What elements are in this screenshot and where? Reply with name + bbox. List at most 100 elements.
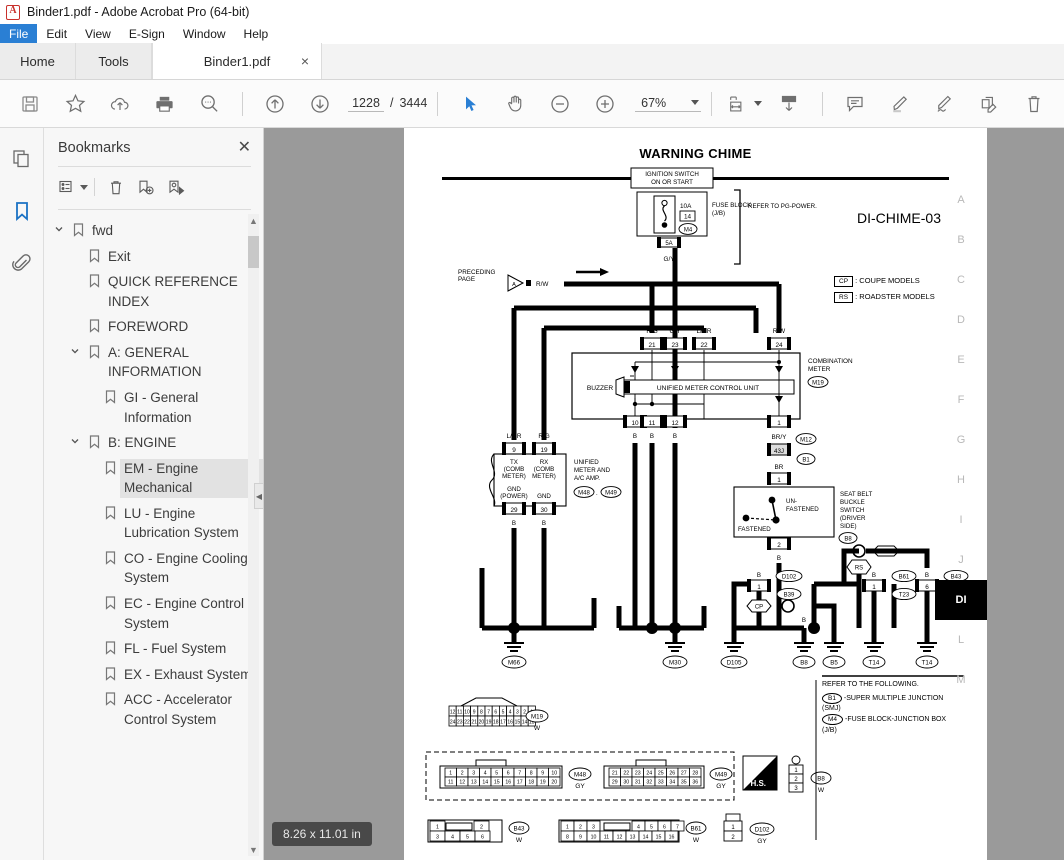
hs-marker: H.S. <box>742 755 778 791</box>
svg-text:GND: GND <box>537 493 551 500</box>
cloud-upload-icon[interactable] <box>97 84 142 124</box>
fuse-block-ref: M4 <box>684 227 693 233</box>
chevron-down-icon[interactable] <box>66 433 84 446</box>
section-tab-a: A <box>957 194 965 206</box>
svg-text:B: B <box>673 617 677 624</box>
seatbelt-ref-b8: B8 <box>844 537 852 543</box>
connector-view-b61: 1 2 3 4 5 6 78 9 10 11 12 13 14 15 16 B61 W <box>558 819 707 844</box>
svg-text:1: 1 <box>872 584 876 591</box>
close-icon[interactable]: × <box>301 54 309 68</box>
bookmark-item[interactable]: EM - Engine Mechanical <box>44 456 263 501</box>
bookmarks-scrollbar[interactable]: ▲ ▼ <box>248 214 259 856</box>
connector-pin-label: 14 <box>482 780 488 786</box>
menu-window[interactable]: Window <box>174 24 235 44</box>
fit-page-width-icon[interactable] <box>722 84 767 124</box>
acrobat-window: Binder1.pdf - Adobe Acrobat Pro (64-bit)… <box>0 0 1064 860</box>
find-bookmark-icon[interactable] <box>161 175 191 199</box>
scroll-down-icon[interactable]: ▼ <box>248 843 259 856</box>
bookmarks-icon[interactable] <box>7 196 37 226</box>
menu-e-sign[interactable]: E-Sign <box>120 24 174 44</box>
zoom-level-selector[interactable]: 67% <box>635 96 702 112</box>
bookmark-item[interactable]: CO - Engine Cooling System <box>44 546 263 591</box>
star-icon[interactable] <box>53 84 98 124</box>
svg-text:W: W <box>534 725 541 732</box>
bookmark-options-icon[interactable] <box>58 175 88 199</box>
connector-pin-label: 21 <box>471 720 477 726</box>
tab-home[interactable]: Home <box>0 43 76 79</box>
connector-pin-label: 15 <box>515 720 521 726</box>
section-tab-e: E <box>957 354 965 366</box>
bookmark-item[interactable]: fwd <box>44 218 263 244</box>
scroll-up-icon[interactable]: ▲ <box>248 214 259 227</box>
connector-pin-label: 22 <box>623 771 629 777</box>
document-view[interactable]: WARNING CHIME DI-CHIME-03 CP : COUPE MOD… <box>264 128 1064 860</box>
highlight-icon[interactable] <box>877 84 922 124</box>
connector-pin-label: 18 <box>493 720 499 726</box>
bookmark-item[interactable]: EC - Engine Control System <box>44 591 263 636</box>
menu-help[interactable]: Help <box>235 24 278 44</box>
save-icon[interactable] <box>8 84 53 124</box>
chevron-down-icon[interactable] <box>753 101 762 106</box>
bookmarks-title: Bookmarks <box>58 140 131 156</box>
stamp-edit-icon[interactable] <box>967 84 1012 124</box>
svg-text:D105: D105 <box>727 660 742 667</box>
bookmark-item[interactable]: ACC - Accelerator Control System <box>44 687 263 732</box>
svg-text:M48: M48 <box>578 491 590 497</box>
connector-pin-label: 15 <box>656 835 662 841</box>
bookmarks-panel: Bookmarks ✕ fwd Exit QUICK REFERENCE IND… <box>44 128 264 860</box>
scrollbar-thumb[interactable] <box>248 236 259 268</box>
connector-view-b43: 1 2 3 4 5 6 B43 W <box>427 819 530 844</box>
bookmark-icon <box>100 639 120 655</box>
zoom-in-icon[interactable] <box>582 84 627 124</box>
tab-document[interactable]: Binder1.pdf × <box>152 43 322 79</box>
svg-text:SIDE): SIDE) <box>840 523 857 530</box>
attachments-icon[interactable] <box>7 248 37 278</box>
tab-tools[interactable]: Tools <box>76 43 152 79</box>
section-tab-j: J <box>958 554 964 566</box>
bookmark-item[interactable]: Exit <box>44 244 263 270</box>
svg-text:D102: D102 <box>782 575 797 581</box>
page-number-input[interactable]: 1228 <box>348 96 384 112</box>
rs-badge: RS <box>855 566 863 572</box>
new-bookmark-icon[interactable] <box>131 175 161 199</box>
page-thumbnails-icon[interactable] <box>7 144 37 174</box>
svg-text:B: B <box>925 572 929 579</box>
next-page-icon[interactable] <box>297 84 342 124</box>
bookmark-item[interactable]: B: ENGINE <box>44 430 263 456</box>
comment-icon[interactable] <box>833 84 878 124</box>
hand-tool-icon[interactable] <box>493 84 538 124</box>
bookmarks-list[interactable]: fwd Exit QUICK REFERENCE INDEX FOREWORD A: G… <box>44 210 263 860</box>
bookmark-item[interactable]: A: GENERAL INFORMATION <box>44 340 263 385</box>
delete-bookmark-icon[interactable] <box>101 175 131 199</box>
close-icon[interactable]: ✕ <box>238 140 251 156</box>
delete-icon[interactable] <box>1011 84 1056 124</box>
scroll-mode-icon[interactable] <box>767 84 812 124</box>
chevron-down-icon[interactable] <box>79 184 88 190</box>
bookmark-item[interactable]: FOREWORD <box>44 314 263 340</box>
bookmark-item[interactable]: FL - Fuel System <box>44 636 263 662</box>
menu-edit[interactable]: Edit <box>37 24 76 44</box>
zoom-out-icon[interactable] <box>538 84 583 124</box>
toolbar-separator <box>241 91 243 116</box>
previous-page-icon[interactable] <box>253 84 298 124</box>
search-icon[interactable] <box>187 84 232 124</box>
panel-resize-handle[interactable]: ◀ <box>254 483 264 509</box>
bookmark-item[interactable]: GI - General Information <box>44 385 263 430</box>
preceding-page-line2: PAGE <box>458 276 475 283</box>
svg-text:M49: M49 <box>605 491 617 497</box>
toolbar-separator-4 <box>821 91 823 116</box>
bookmark-item[interactable]: LU - Engine Lubrication System <box>44 501 263 546</box>
chevron-down-icon[interactable] <box>691 100 700 105</box>
menu-view[interactable]: View <box>76 24 120 44</box>
chevron-down-icon[interactable] <box>66 343 84 356</box>
bookmark-item[interactable]: QUICK REFERENCE INDEX <box>44 269 263 314</box>
connector-pin-label: 1 <box>566 825 569 831</box>
print-icon[interactable] <box>142 84 187 124</box>
chevron-down-icon[interactable] <box>50 221 68 234</box>
draw-icon[interactable] <box>922 84 967 124</box>
bookmark-item[interactable]: EX - Exhaust System <box>44 662 263 688</box>
select-tool-icon[interactable] <box>448 84 493 124</box>
ignition-switch-line1: IGNITION SWITCH <box>645 171 699 178</box>
meter-pins-bottom: 10 11 12 1 <box>623 415 791 428</box>
menu-file[interactable]: File <box>0 24 38 44</box>
